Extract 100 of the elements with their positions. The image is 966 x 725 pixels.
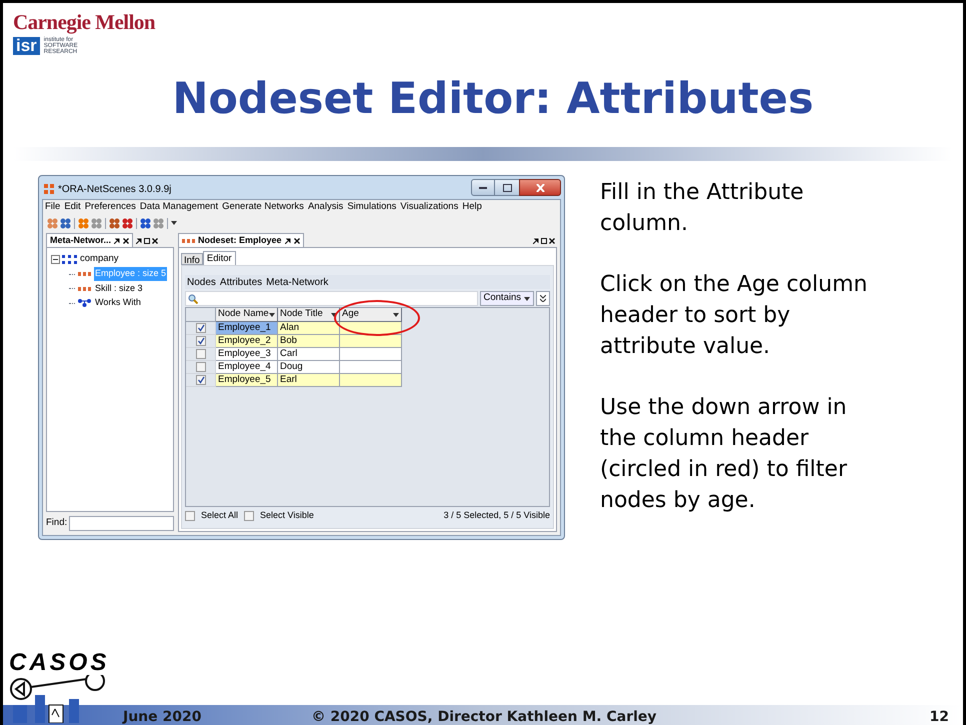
panel-tab[interactable]: Meta-Networ... [46, 233, 134, 247]
find-label: Find: [46, 516, 68, 530]
table-cell[interactable] [340, 322, 402, 335]
footer-date: June 2020 [123, 709, 202, 725]
dropdown-arrow-icon [393, 312, 399, 316]
menu-item[interactable]: Data Management [140, 200, 218, 215]
maximize-icon [144, 238, 150, 244]
tree-item[interactable]: Works With [94, 296, 142, 310]
close-icon [123, 238, 130, 244]
checkbox-label[interactable]: Select Visible [260, 509, 314, 523]
checkbox[interactable] [244, 511, 254, 521]
tab[interactable]: Editor [202, 251, 236, 265]
footer-copyright: © 2020 CASOS, Director Kathleen M. Carley [311, 709, 657, 725]
menu-item[interactable]: File [45, 200, 60, 215]
page-number: 12 [930, 709, 949, 725]
university-name: Carnegie Mellon [13, 11, 156, 33]
nodes-icon [91, 218, 102, 228]
selection-status: 3 / 5 Selected, 5 / 5 Visible [444, 509, 550, 522]
instruction-text: Use the down arrow in the column header (circled in red) to filter nodes by age. [600, 394, 848, 515]
tree-item[interactable]: company [80, 252, 119, 266]
pin-icon [284, 238, 291, 244]
pin-icon [136, 238, 142, 244]
close-icon [549, 238, 555, 244]
menu-item[interactable]: Help [462, 200, 482, 215]
dropdown-arrow-icon [269, 312, 275, 316]
nodeset-icon [78, 286, 91, 290]
table-cell[interactable]: Employee_2 [216, 335, 278, 348]
menu-item[interactable]: Generate Networks [222, 200, 304, 215]
table-cell[interactable]: Doug [278, 361, 340, 374]
panel-tab[interactable]: Nodeset: Employee [178, 233, 304, 247]
dropdown-arrow-icon [171, 221, 177, 225]
menu-item[interactable]: Simulations [347, 200, 396, 215]
double-chevron-icon [540, 295, 546, 302]
table-cell[interactable]: Employee_3 [216, 348, 278, 361]
slide-title: Nodeset Editor: Attributes [171, 73, 814, 126]
column-header[interactable]: Node Title [278, 308, 340, 322]
checkbox[interactable] [196, 336, 206, 346]
table-cell[interactable] [340, 374, 402, 387]
tab[interactable]: Info [181, 253, 203, 265]
tab-label: Meta-Networ... [50, 234, 112, 247]
nodeset-icon [78, 272, 91, 276]
table-cell[interactable]: Alan [278, 322, 340, 335]
search-field[interactable] [185, 291, 478, 306]
column-header[interactable]: Node Name [216, 308, 278, 322]
menu-item[interactable]: Visualizations [400, 200, 458, 215]
table-cell[interactable]: Carl [278, 348, 340, 361]
maximize-button[interactable] [495, 179, 519, 196]
section-label[interactable]: Meta-Network [266, 274, 328, 290]
table-cell[interactable] [340, 335, 402, 348]
maximize-icon [502, 184, 512, 192]
table-cell[interactable] [340, 361, 402, 374]
table-cell[interactable] [340, 348, 402, 361]
checkbox-label[interactable]: Select All [201, 509, 238, 523]
nodeset-icon [182, 238, 195, 242]
app-icon [44, 184, 54, 194]
table-cell[interactable]: Bob [278, 335, 340, 348]
search-icon [188, 294, 198, 304]
window-title: *ORA-NetScenes 3.0.9.9j [58, 182, 172, 196]
minimize-button[interactable] [471, 179, 495, 196]
network-icon [78, 299, 91, 307]
checkbox[interactable] [196, 323, 206, 333]
section-label[interactable]: Nodes [187, 274, 216, 290]
section-label[interactable]: Attributes [220, 274, 262, 290]
column-header[interactable]: Age [340, 308, 402, 322]
instruction-text: Fill in the Attribute column. [600, 179, 805, 238]
isr-logo: isr [13, 37, 40, 55]
checkbox[interactable] [196, 375, 206, 385]
pin-icon [533, 238, 539, 244]
find-field[interactable] [69, 516, 174, 531]
dropdown-label: Contains [484, 291, 521, 306]
menu-item[interactable]: Edit [64, 200, 81, 215]
tab-label: Nodeset: Employee [198, 234, 282, 247]
table-cell[interactable]: Employee_4 [216, 361, 278, 374]
close-button[interactable] [519, 179, 561, 196]
minimize-icon [479, 186, 487, 188]
dropdown-arrow-icon [524, 296, 530, 300]
checkbox[interactable] [196, 349, 206, 359]
collapse-icon[interactable] [51, 254, 60, 264]
expand-button[interactable] [536, 291, 550, 306]
header-label: Age [342, 307, 359, 322]
table-cell[interactable]: Employee_1 [216, 322, 278, 335]
network-icon [62, 254, 78, 264]
logo-text: CASOS [9, 651, 110, 675]
close-icon [536, 184, 544, 192]
maximize-icon [541, 238, 547, 244]
header-label: Node Title [280, 307, 323, 322]
tree-item[interactable]: Skill : size 3 [94, 282, 144, 296]
filter-dropdown[interactable]: Contains [480, 291, 534, 306]
pin-icon [114, 238, 120, 244]
instruction-text: Click on the Age column header to sort by attribute value. [600, 271, 868, 361]
checkbox[interactable] [185, 511, 195, 521]
table-cell[interactable]: Employee_5 [216, 374, 278, 387]
table-cell[interactable]: Earl [278, 374, 340, 387]
header-label: Node Name [218, 307, 269, 322]
dropdown-arrow-icon [331, 312, 337, 316]
checkbox[interactable] [196, 362, 206, 372]
nodes-icon [78, 218, 89, 228]
close-icon [152, 238, 158, 244]
menu-item[interactable]: Analysis [308, 200, 344, 215]
menu-item[interactable]: Preferences [84, 200, 136, 215]
